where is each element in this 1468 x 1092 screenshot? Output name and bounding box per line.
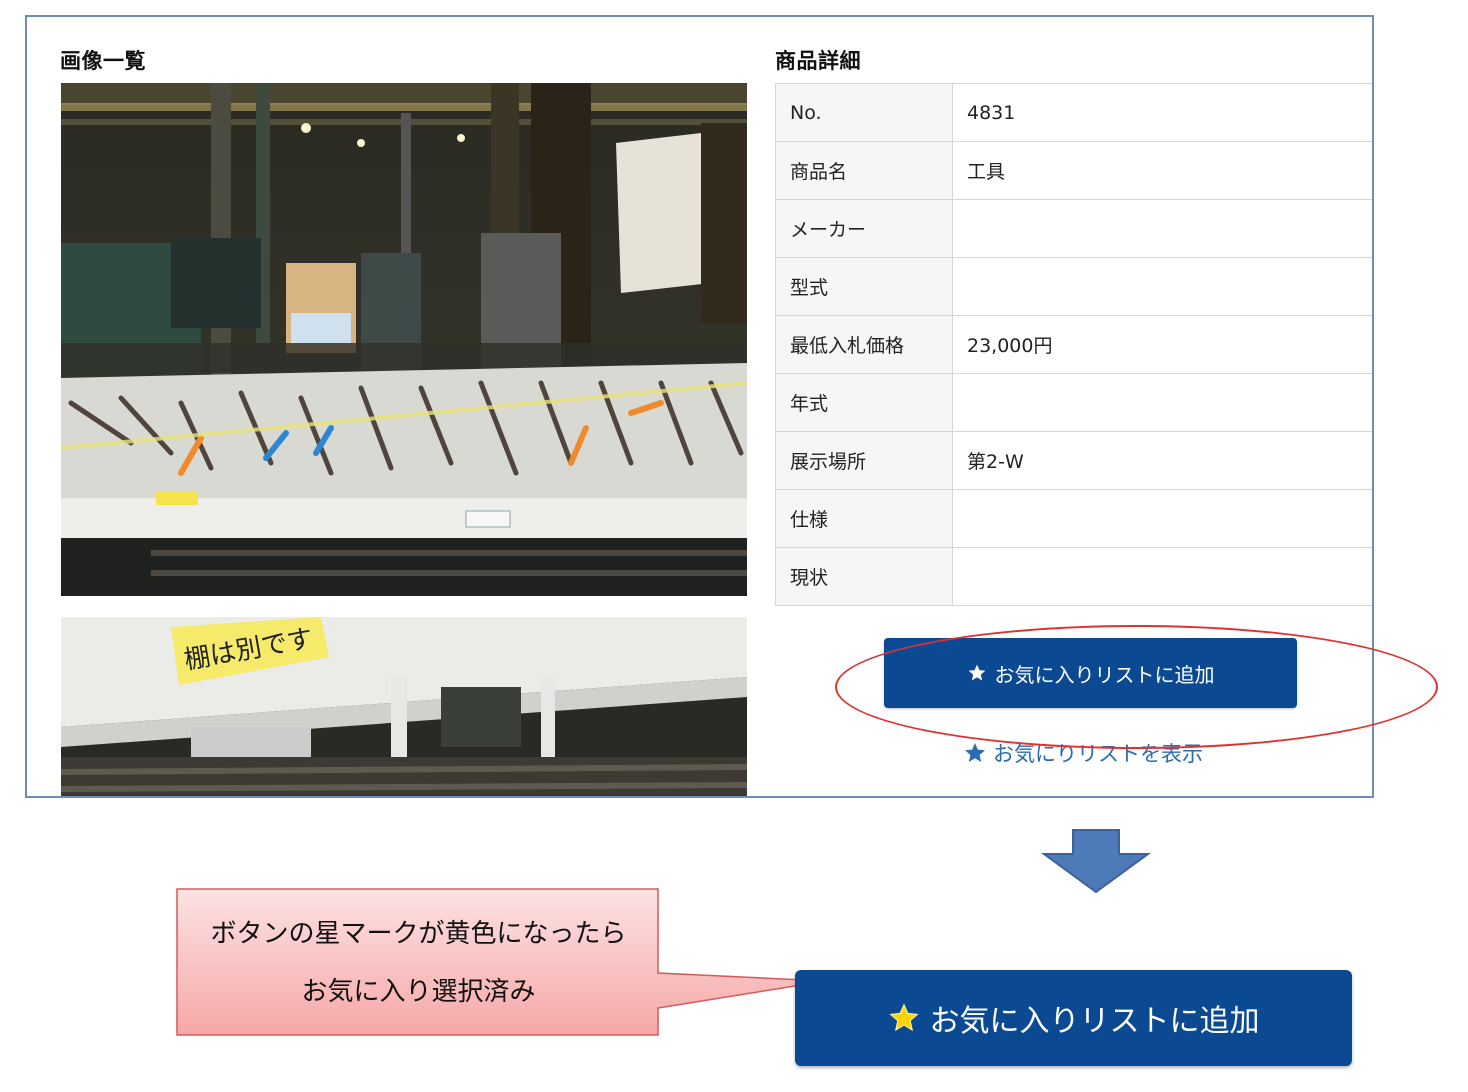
row-value: 23,000円 <box>952 315 1372 374</box>
row-label: 商品名 <box>775 141 953 200</box>
star-icon <box>888 1002 920 1034</box>
row-label: No. <box>775 83 953 142</box>
annotation-line-1: ボタンの星マークが黄色になったら <box>210 919 627 949</box>
row-label: 最低入札価格 <box>775 315 953 374</box>
table-row: 現状 <box>775 547 1372 606</box>
row-value: 第2-W <box>952 431 1372 490</box>
add-favorite-button-selected[interactable]: お気に入りリストに追加 <box>795 970 1352 1066</box>
product-photo-1[interactable] <box>61 83 747 596</box>
row-value <box>952 489 1372 548</box>
row-value: 工具 <box>952 141 1372 200</box>
annotation-text: ボタンの星マークが黄色になったら お気に入り選択済み <box>178 905 659 1021</box>
row-label: 現状 <box>775 547 953 606</box>
row-label: 展示場所 <box>775 431 953 490</box>
images-section-title: 画像一覧 <box>60 49 146 73</box>
table-row: No. 4831 <box>775 83 1372 142</box>
details-section-title: 商品詳細 <box>775 49 861 73</box>
star-icon <box>963 741 987 765</box>
row-value: 4831 <box>952 83 1372 142</box>
table-row: 最低入札価格 23,000円 <box>775 315 1372 374</box>
row-value <box>952 373 1372 432</box>
highlight-ellipse <box>835 625 1438 749</box>
product-photo-2[interactable]: 棚は別です <box>61 617 747 796</box>
row-label: 年式 <box>775 373 953 432</box>
row-label: 仕様 <box>775 489 953 548</box>
down-arrow-icon <box>1040 828 1152 900</box>
add-favorite-selected-label: お気に入りリストに追加 <box>929 1004 1260 1039</box>
table-row: 年式 <box>775 373 1372 432</box>
annotation-line-2: お気に入り選択済み <box>301 977 536 1007</box>
table-row: 型式 <box>775 257 1372 316</box>
table-row: 商品名 工具 <box>775 141 1372 200</box>
table-row: メーカー <box>775 199 1372 258</box>
row-value <box>952 199 1372 258</box>
row-value <box>952 547 1372 606</box>
row-label: 型式 <box>775 257 953 316</box>
table-row: 仕様 <box>775 489 1372 548</box>
row-label: メーカー <box>775 199 953 258</box>
table-row: 展示場所 第2-W <box>775 431 1372 490</box>
row-value <box>952 257 1372 316</box>
product-detail-table: No. 4831 商品名 工具 メーカー 型式 最低入札価格 23,000円 年… <box>775 83 1372 606</box>
